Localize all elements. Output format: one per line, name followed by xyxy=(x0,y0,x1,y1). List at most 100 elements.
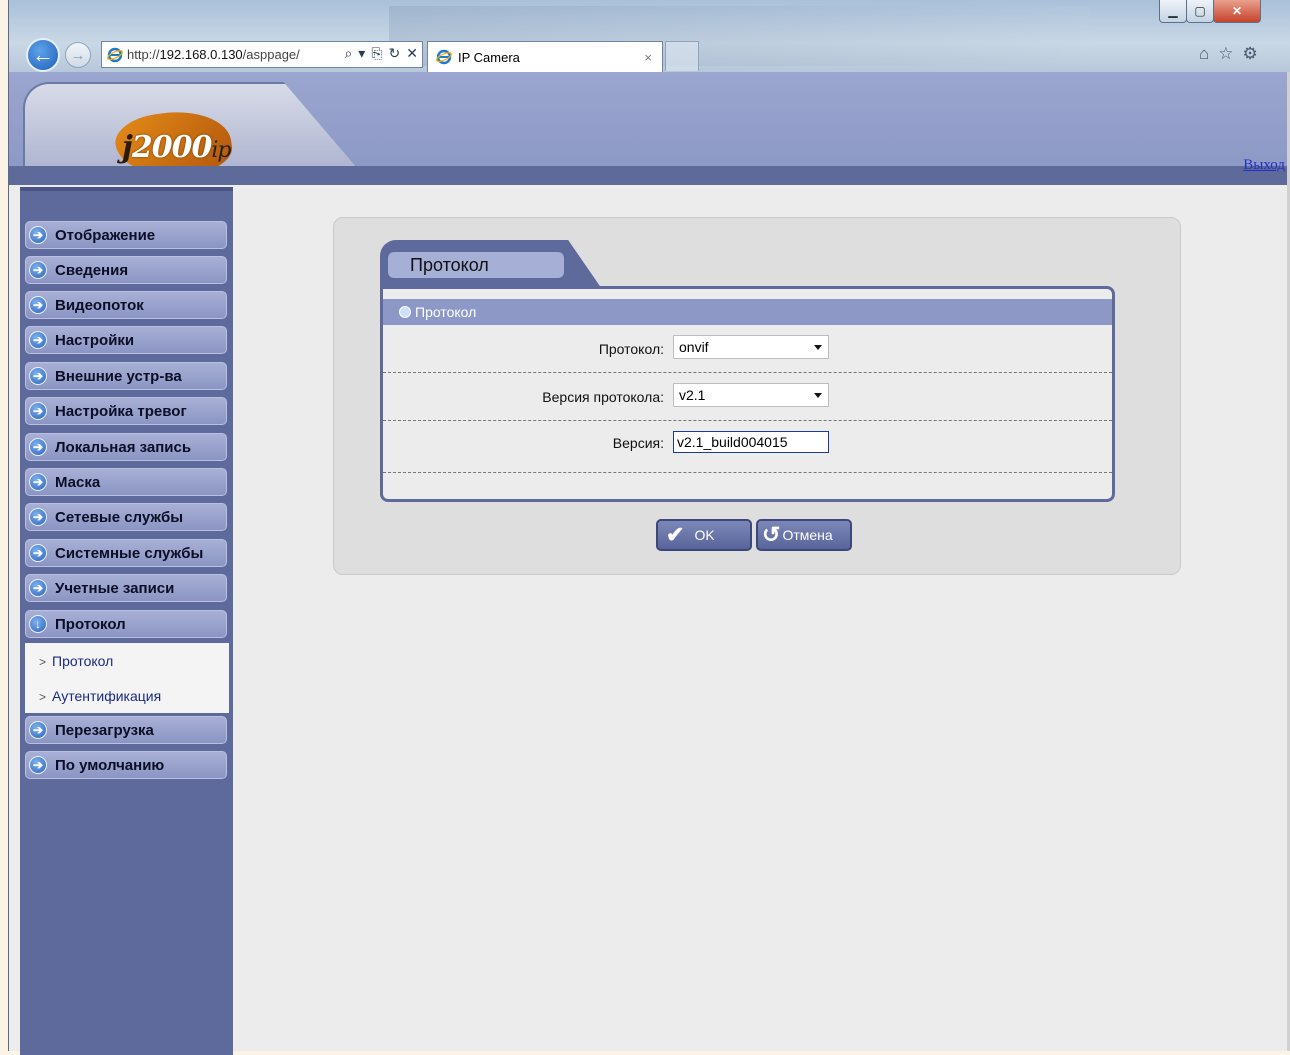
url-text[interactable]: http://192.168.0.130/asppage/ xyxy=(127,47,300,62)
arrow-right-icon: ➔ xyxy=(29,508,47,526)
search-icon[interactable]: ⌕ xyxy=(344,45,352,62)
chevron-right-icon: > xyxy=(39,690,47,704)
sidebar-item-external-devices[interactable]: ➔ Внешние устр-ва xyxy=(25,362,227,390)
protocol-panel: Протокол Протокол Протокол: onvif Версия… xyxy=(333,217,1181,575)
refresh-icon[interactable]: ↻ xyxy=(389,45,401,62)
arrow-right-icon: ➔ xyxy=(29,579,47,597)
protocol-select[interactable]: onvif xyxy=(673,335,829,359)
tab-title: IP Camera xyxy=(458,49,520,65)
logo-text: j2000ip xyxy=(122,130,231,165)
arrow-down-icon: ↓ xyxy=(29,615,47,633)
sidebar-item-label: Системные службы xyxy=(55,544,204,562)
protocol-version-value: v2.1 xyxy=(679,387,706,403)
sidebar-item-label: Настройки xyxy=(55,331,135,349)
close-window-button[interactable]: ✕ xyxy=(1213,0,1261,23)
sidebar-item-network-services[interactable]: ➔ Сетевые службы xyxy=(25,503,227,531)
protocol-label: Протокол: xyxy=(598,341,664,357)
arrow-right-icon: ➔ xyxy=(29,367,47,385)
minimize-button[interactable]: ▁ xyxy=(1159,0,1187,23)
tab-close-icon[interactable]: × xyxy=(644,50,652,65)
sidebar-item-accounts[interactable]: ➔ Учетные записи xyxy=(25,574,227,602)
protocol-form: Протокол Протокол: onvif Версия протокол… xyxy=(380,286,1115,502)
version-value: v2.1_build004015 xyxy=(677,434,788,450)
sidebar-item-label: Перезагрузка xyxy=(55,721,154,739)
stop-icon[interactable]: ✕ xyxy=(406,45,418,62)
sidebar-item-label: По умолчанию xyxy=(55,756,165,774)
compat-icon[interactable]: ⎘ xyxy=(371,45,382,62)
submenu-item-authentication[interactable]: > Аутентификация xyxy=(39,688,161,704)
protocol-submenu: > Протокол > Аутентификация xyxy=(25,643,229,713)
protocol-version-select[interactable]: v2.1 xyxy=(673,383,829,407)
sidebar-item-label: Видеопоток xyxy=(55,296,144,314)
address-bar[interactable]: http://192.168.0.130/asppage/ ⌕ ▾ ⎘ ↻ ✕ xyxy=(101,41,423,68)
arrow-right-icon: ➔ xyxy=(29,544,47,562)
section-header: Протокол xyxy=(383,299,1112,325)
bullet-icon xyxy=(399,306,411,318)
sidebar-item-label: Отображение xyxy=(55,226,156,244)
sidebar-item-label: Внешние устр-ва xyxy=(55,367,182,385)
arrow-right-icon: ➔ xyxy=(29,721,47,739)
new-tab-button[interactable] xyxy=(665,41,699,71)
form-row-protocol: Протокол: onvif xyxy=(383,325,1112,373)
settings-icon[interactable]: ⚙ xyxy=(1243,44,1258,64)
sidebar-item-mask[interactable]: ➔ Маска xyxy=(25,468,227,496)
undo-arrow-icon: ↺ xyxy=(762,522,781,547)
sidebar-item-label: Маска xyxy=(55,473,101,491)
sidebar-item-settings[interactable]: ➔ Настройки xyxy=(25,326,227,354)
sidebar-item-local-record[interactable]: ➔ Локальная запись xyxy=(25,433,227,461)
ok-button[interactable]: ✔ OK xyxy=(656,519,752,551)
arrow-right-icon: ➔ xyxy=(29,296,47,314)
sidebar-item-label: Учетные записи xyxy=(55,579,175,597)
arrow-right-icon: ➔ xyxy=(29,226,47,244)
sidebar-item-video-stream[interactable]: ➔ Видеопоток xyxy=(25,291,227,319)
forward-arrow-icon[interactable]: → xyxy=(65,42,91,68)
section-title: Протокол xyxy=(415,304,477,320)
sidebar-item-label: Локальная запись xyxy=(55,438,192,456)
form-row-version: Версия: v2.1_build004015 xyxy=(383,421,1112,473)
sidebar-item-display[interactable]: ➔ Отображение xyxy=(25,221,227,249)
protocol-version-label: Версия протокола: xyxy=(542,389,664,405)
arrow-right-icon: ➔ xyxy=(29,473,47,491)
cancel-button[interactable]: ↺ Отмена xyxy=(756,519,852,551)
ok-label: OK xyxy=(694,527,715,543)
ie-icon xyxy=(436,49,452,65)
panel-title: Протокол xyxy=(388,252,564,278)
logout-link[interactable]: Выход xyxy=(1243,157,1285,174)
maximize-button[interactable]: ▢ xyxy=(1186,0,1214,23)
version-label: Версия: xyxy=(612,435,664,451)
version-field[interactable]: v2.1_build004015 xyxy=(673,431,829,453)
panel-tab: Протокол xyxy=(380,240,604,292)
dropdown-caret-icon xyxy=(814,393,822,398)
page-header: j2000ip Выход xyxy=(9,72,1290,185)
ie-icon xyxy=(107,47,123,62)
dropdown-icon[interactable]: ▾ xyxy=(358,45,365,62)
arrow-right-icon: ➔ xyxy=(29,438,47,456)
sidebar-item-label: Протокол xyxy=(55,615,126,633)
sidebar-item-label: Сетевые службы xyxy=(55,508,184,526)
protocol-value: onvif xyxy=(679,339,709,355)
form-row-protocol-version: Версия протокола: v2.1 xyxy=(383,373,1112,421)
checkmark-icon: ✔ xyxy=(666,522,685,547)
arrow-right-icon: ➔ xyxy=(29,402,47,420)
sidebar-item-reboot[interactable]: ➔ Перезагрузка xyxy=(25,716,227,744)
sidebar-item-info[interactable]: ➔ Сведения xyxy=(25,256,227,284)
submenu-item-label: Протокол xyxy=(52,653,114,669)
header-band xyxy=(9,166,1290,185)
sidebar-item-alarm-settings[interactable]: ➔ Настройка тревог xyxy=(25,397,227,425)
back-arrow-icon[interactable]: ← xyxy=(26,38,60,72)
sidebar-item-protocol[interactable]: ↓ Протокол xyxy=(25,610,227,638)
home-icon[interactable]: ⌂ xyxy=(1199,44,1209,64)
sidebar-item-label: Настройка тревог xyxy=(55,402,187,420)
favorites-icon[interactable]: ☆ xyxy=(1218,44,1233,64)
arrow-right-icon: ➔ xyxy=(29,331,47,349)
web-page: j2000ip Выход ➔ Отображение ➔ Сведения ➔ Ви… xyxy=(9,72,1290,1055)
browser-tab[interactable]: IP Camera × xyxy=(427,41,663,72)
sidebar-item-defaults[interactable]: ➔ По умолчанию xyxy=(25,751,227,779)
arrow-right-icon: ➔ xyxy=(29,261,47,279)
sidebar-item-system-services[interactable]: ➔ Системные службы xyxy=(25,539,227,567)
arrow-right-icon: ➔ xyxy=(29,756,47,774)
browser-titlebar: ▁ ▢ ✕ ← → http://192.168.0.130/asppage/ … xyxy=(9,0,1290,72)
cancel-label: Отмена xyxy=(782,527,833,543)
sidebar-item-label: Сведения xyxy=(55,261,129,279)
submenu-item-protocol[interactable]: > Протокол xyxy=(39,653,113,669)
